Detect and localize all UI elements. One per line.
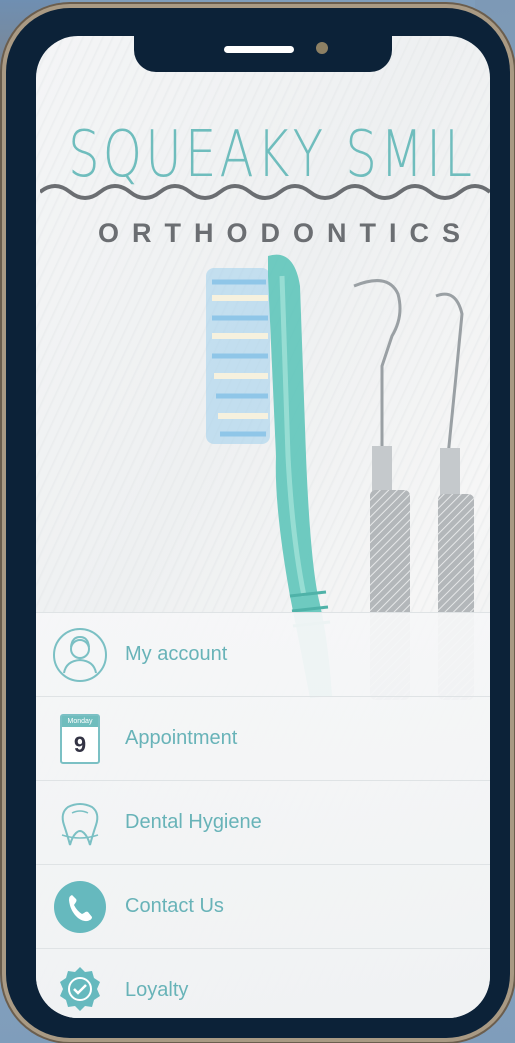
phone-notch [134, 36, 392, 72]
calendar-icon: Monday 9 [52, 711, 108, 767]
menu-item-contact-us[interactable]: Contact Us [36, 864, 490, 948]
calendar-day: Monday [62, 715, 98, 727]
logo-wave [40, 184, 490, 200]
front-camera [316, 42, 328, 54]
brand-subtitle: ORTHODONTICS [98, 218, 473, 248]
user-profile-icon [52, 627, 108, 683]
phone-icon [52, 879, 108, 935]
menu-item-dental-hygiene[interactable]: Dental Hygiene [36, 780, 490, 864]
calendar-date: 9 [73, 731, 87, 757]
menu-label: Loyalty [125, 979, 189, 1001]
menu-item-my-account[interactable]: My account [36, 612, 490, 696]
menu-label: My account [125, 643, 228, 665]
app-screen: SQUEAKY SMIL ORTHODONTICS My account Mon… [36, 36, 490, 1018]
menu-label: Contact Us [125, 895, 224, 917]
tooth-icon [52, 795, 108, 851]
menu-label: Dental Hygiene [125, 811, 262, 833]
speaker-grille [224, 46, 294, 53]
menu-label: Appointment [125, 727, 238, 749]
loyalty-badge-icon [52, 963, 108, 1019]
main-menu: My account Monday 9 Appointment Dental H… [36, 612, 490, 1018]
menu-item-loyalty[interactable]: Loyalty [36, 948, 490, 1018]
menu-item-appointment[interactable]: Monday 9 Appointment [36, 696, 490, 780]
